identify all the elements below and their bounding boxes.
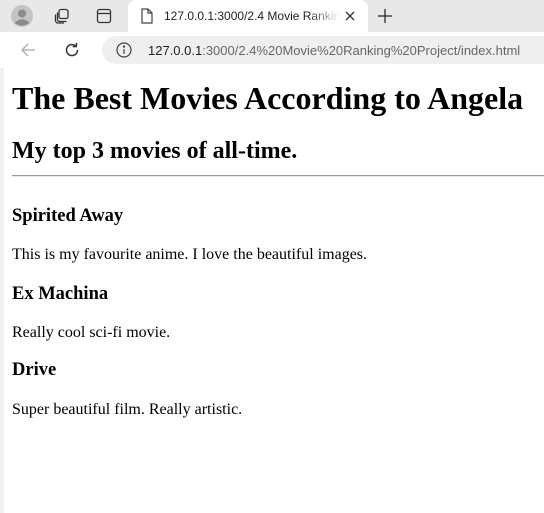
info-icon[interactable] [116,42,132,58]
workspaces-icon [54,8,69,24]
browser-chrome: 127.0.0.1:3000/2.4 Movie Ranking Project… [0,0,544,69]
movie-description: Really cool sci-fi movie. [12,324,171,341]
page-icon [141,8,153,24]
browser-toolbar: 127.0.0.1:3000/2.4%20Movie%20Ranking%20P… [0,32,544,69]
close-tab-button[interactable] [342,8,358,24]
page-subtitle: My top 3 movies of all-time. [12,138,298,164]
refresh-icon [65,42,79,57]
url-text[interactable]: 127.0.0.1:3000/2.4%20Movie%20Ranking%20P… [148,43,520,58]
back-arrow-icon [20,43,35,57]
url-host: 127.0.0.1 [148,43,203,58]
page-content: The Best Movies According to Angela My t… [0,68,544,513]
movie-title: Spirited Away [12,206,124,226]
active-tab[interactable]: 127.0.0.1:3000/2.4 Movie Ranking Project… [128,0,368,32]
movie-title: Drive [12,360,57,380]
movie-title: Ex Machina [12,284,109,304]
url-path: :3000/2.4%20Movie%20Ranking%20Project/in… [202,43,521,58]
tab-strip: 127.0.0.1:3000/2.4 Movie Ranking Project… [0,0,544,32]
horizontal-rule [12,175,544,177]
close-icon [345,11,355,21]
workspaces-button[interactable] [48,4,76,28]
movie-description: Super beautiful film. Really artistic. [12,401,243,418]
tab-title: 127.0.0.1:3000/2.4 Movie Ranking Project… [164,9,340,23]
profile-button[interactable] [8,4,36,28]
refresh-button[interactable] [58,37,86,63]
back-button[interactable] [14,37,42,63]
tab-actions-icon [96,8,112,24]
tab-actions-button[interactable] [90,4,118,28]
new-tab-button[interactable] [372,4,398,28]
plus-icon [378,9,392,23]
address-bar[interactable]: 127.0.0.1:3000/2.4%20Movie%20Ranking%20P… [102,36,544,64]
profile-icon [11,5,33,27]
page-title: The Best Movies According to Angela [12,80,524,116]
movie-description: This is my favourite anime. I love the b… [12,246,368,263]
